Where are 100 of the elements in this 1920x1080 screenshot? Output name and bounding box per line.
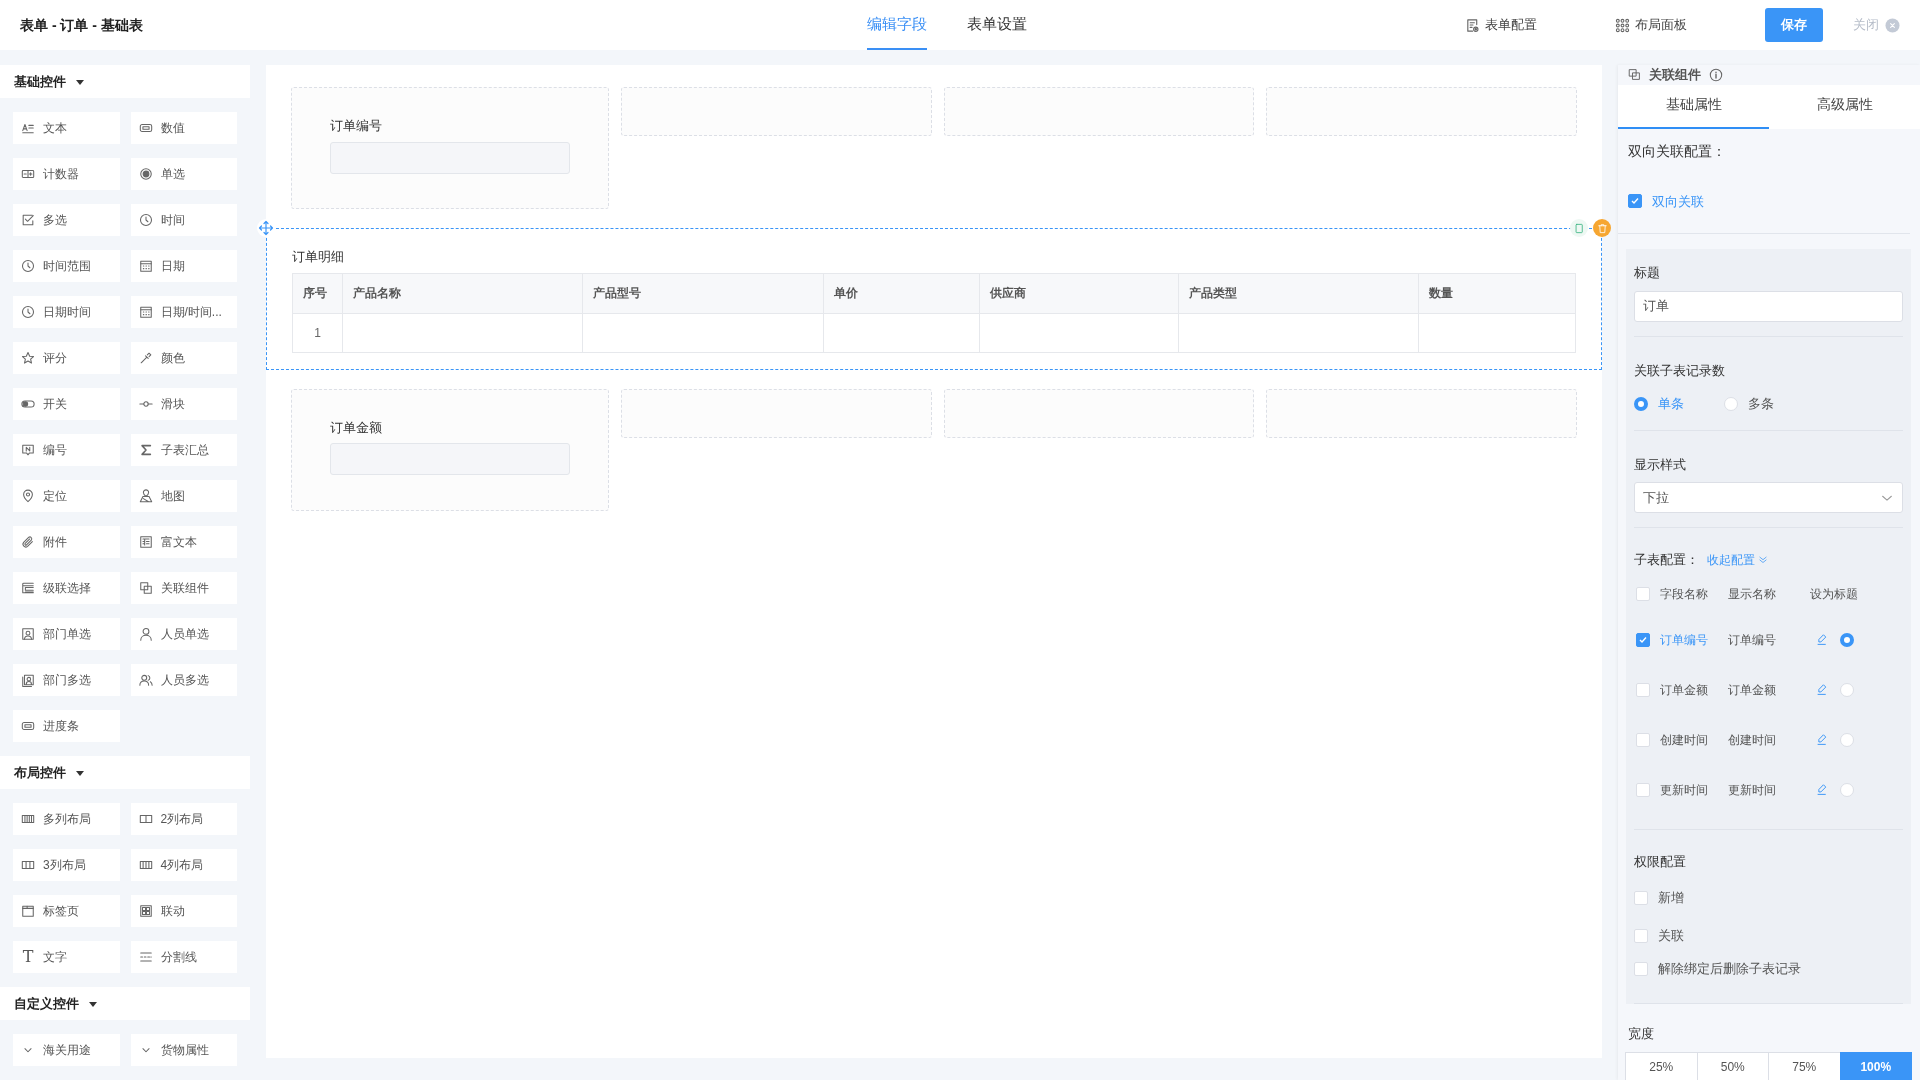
empty-slot[interactable] [621,388,932,438]
copy-icon [1573,222,1585,234]
checkbox-label: 双向关联 [1652,192,1704,211]
palette-item[interactable]: 颜色 [130,342,237,374]
palette-item[interactable]: 货物属性 [130,1034,237,1066]
divider-icon [138,950,153,964]
copy-icon [1628,68,1641,82]
palette-item[interactable]: 4列布局 [130,849,237,881]
palette-item[interactable]: 定位 [13,480,120,512]
empty-slot[interactable] [1266,388,1577,438]
field-label: 显示样式 [1634,455,1686,474]
input-field[interactable] [330,141,570,174]
columns-icon [21,858,35,872]
palette-item[interactable]: 子表汇总 [130,434,237,466]
clock-icon [21,305,35,319]
edit-icon[interactable] [1816,683,1829,696]
portrait-frame-icon [21,627,35,641]
empty-slot[interactable] [621,87,932,136]
dropper-icon [138,351,153,365]
columns-icon [21,812,35,826]
empty-slot[interactable] [1266,87,1577,136]
width-option[interactable]: 75% [1768,1051,1841,1080]
palette-item[interactable]: 日期时间 [13,296,120,328]
edit-icon[interactable] [1816,783,1829,796]
radio-button[interactable] [1634,396,1648,411]
portrait-frame-icon [21,673,35,687]
palette-item[interactable]: 单选 [130,158,237,190]
palette-item[interactable]: 时间 [130,204,237,236]
input-field[interactable] [330,443,570,475]
palette-item[interactable]: 附件 [13,526,120,558]
palette-item[interactable]: 数值 [130,112,237,144]
palette-item[interactable]: 日期/时间... [130,296,237,328]
close-icon [1885,17,1900,33]
palette-item[interactable]: 时间范围 [13,250,120,282]
column-header: 产品型号 [582,273,824,313]
empty-slot[interactable] [943,87,1255,136]
copy-button[interactable] [1570,219,1588,237]
tab[interactable]: 表单设置 [967,0,1027,50]
toolbar-button[interactable]: 布局面板 [1615,15,1687,35]
palette-item[interactable]: 部门单选 [13,618,120,650]
section-header[interactable]: 基础控件 [0,65,250,98]
checkbox-label: 解除绑定后删除子表记录 [1658,960,1801,979]
palette-item[interactable]: 2列布局 [130,803,237,835]
edit-icon[interactable] [1816,633,1829,646]
field-card[interactable]: 订单金额 [291,388,609,511]
field-card[interactable]: 订单编号 [291,87,609,209]
palette-item[interactable]: 关联组件 [130,572,237,604]
sigma-icon [138,443,153,457]
palette-item[interactable]: 多列布局 [13,803,120,835]
column-header: 显示名称 [1728,586,1777,603]
radio-label: 单条 [1658,395,1684,413]
palette-item[interactable]: 富文本 [130,526,237,558]
palette-item[interactable]: 日期 [130,250,237,282]
cascade-icon [21,581,35,595]
palette-item[interactable]: 海关用途 [13,1034,120,1066]
palette-item[interactable]: 文本 [13,112,120,144]
palette-item[interactable]: T 文字 [13,941,120,973]
subtable-block[interactable]: 订单明细 序号 产品名称 产品型号 单价 供应商 产品类型 数量 1 [266,228,1602,370]
field-name: 订单编号 [1660,631,1709,649]
palette-item[interactable]: 滑块 [130,388,237,420]
palette-item[interactable]: 人员单选 [130,618,237,650]
select-field[interactable]: 下拉 [1634,482,1903,513]
display-name: 订单编号 [1728,631,1777,649]
move-icon [258,220,274,236]
paperclip-icon [21,535,35,549]
app-title: 表单 - 订单 - 基础表 [20,15,143,35]
tab-page-icon [21,904,35,918]
check-icon [1638,634,1648,645]
empty-slot[interactable] [943,388,1255,438]
edit-icon[interactable] [1816,733,1829,746]
checkbox[interactable] [1628,194,1642,209]
input-field[interactable]: 订单 [1634,290,1903,322]
field-label: 订单编号 [330,117,383,135]
palette-item[interactable]: 分割线 [130,941,237,973]
palette-item[interactable]: 进度条 [13,710,120,742]
palette-item[interactable]: 级联选择 [13,572,120,604]
palette-item[interactable]: 多选 [13,204,120,236]
radio-button[interactable] [1840,632,1854,647]
width-option[interactable]: 25% [1625,1051,1698,1080]
display-name: 创建时间 [1728,731,1777,749]
location-pin-icon [21,489,35,503]
palette-item[interactable]: 计数器 [13,158,120,190]
checkbox[interactable] [1636,632,1650,647]
palette-item[interactable]: 开关 [13,388,120,420]
width-option[interactable]: 50% [1696,1051,1769,1080]
palette-item[interactable]: 人员多选 [130,664,237,696]
section-header[interactable]: 布局控件 [0,756,250,789]
palette-item[interactable]: 标签页 [13,895,120,927]
row-number: 1 [292,313,343,352]
palette-item[interactable]: 3列布局 [13,849,120,881]
palette-item[interactable]: 编号 [13,434,120,466]
column-header: 单价 [823,273,980,313]
palette-item[interactable]: 联动 [130,895,237,927]
toolbar-button[interactable]: 表单配置 [1465,15,1537,35]
palette-item[interactable]: 评分 [13,342,120,374]
section-header[interactable]: 自定义控件 [0,987,250,1020]
palette-item[interactable]: 地图 [130,480,237,512]
palette-item[interactable]: 部门多选 [13,664,120,696]
delete-button[interactable] [1593,219,1611,237]
field-name: 更新时间 [1660,781,1709,799]
